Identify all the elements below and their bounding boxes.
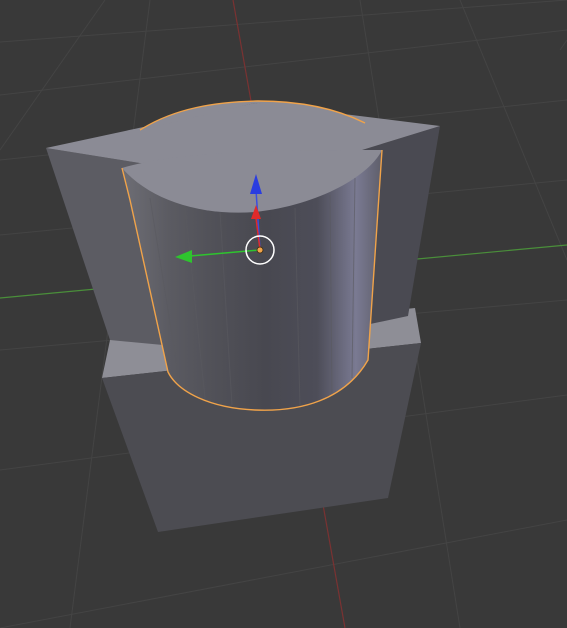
viewport-canvas[interactable]: [0, 0, 567, 628]
3d-viewport[interactable]: [0, 0, 567, 628]
object-origin-icon: [256, 246, 264, 254]
